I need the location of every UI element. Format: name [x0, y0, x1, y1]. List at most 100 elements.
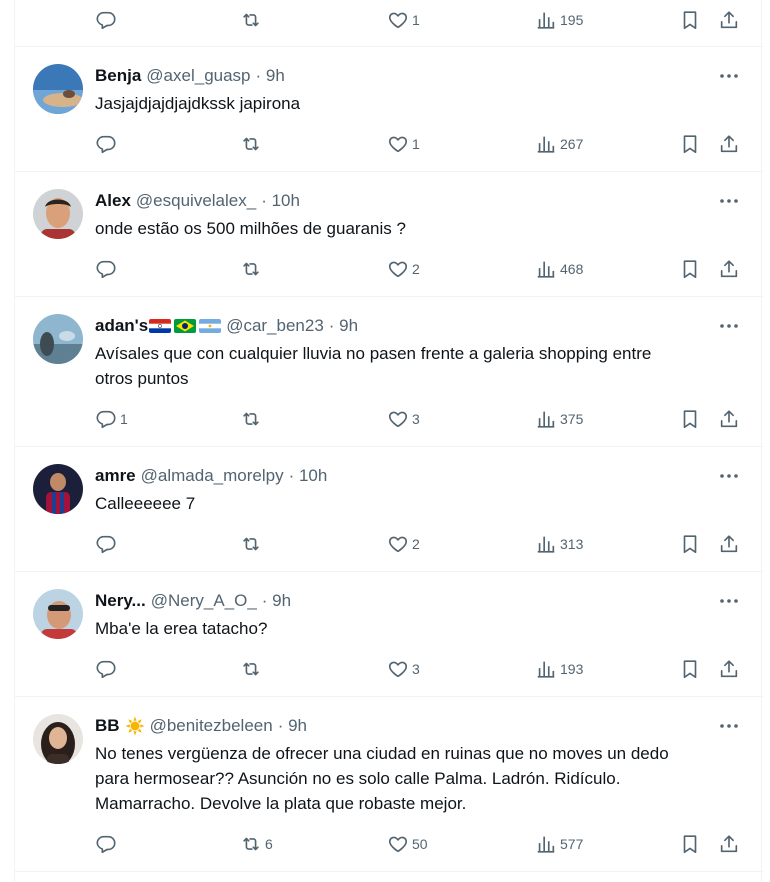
share-button[interactable] [718, 657, 740, 681]
share-button[interactable] [718, 257, 740, 281]
tweet[interactable]: Alex @esquivelalex_ · 10h onde estão os … [15, 172, 763, 297]
avatar[interactable] [33, 64, 83, 114]
retweet-button[interactable] [240, 532, 265, 556]
reply-icon [96, 535, 116, 554]
views-button[interactable]: 195 [535, 8, 583, 32]
retweet-button[interactable] [240, 8, 262, 32]
display-name[interactable]: Alex [95, 191, 131, 211]
more-options-button[interactable] [717, 591, 741, 611]
like-button[interactable]: 3 [387, 407, 420, 431]
user-handle[interactable]: @esquivelalex_ [136, 191, 256, 211]
avatar[interactable] [33, 189, 83, 239]
view-count: 577 [560, 836, 584, 852]
retweet-button[interactable] [240, 407, 265, 431]
timestamp[interactable]: · 9h [256, 66, 285, 86]
tweet-actions: 1 267 [15, 132, 763, 156]
more-options-button[interactable] [717, 716, 741, 736]
retweet-button[interactable] [240, 257, 265, 281]
bookmark-icon [683, 535, 697, 554]
share-button[interactable] [718, 832, 740, 856]
more-options-button[interactable] [717, 466, 741, 486]
more-options-button[interactable] [717, 191, 741, 211]
tweet-text-line: Calleeeeee 7 [95, 494, 196, 513]
tweet[interactable]: Benja @axel_guasp · 9h Jasjajdjajdjajdks… [15, 47, 763, 172]
bookmark-button[interactable] [679, 657, 701, 681]
like-count: 2 [412, 536, 420, 552]
avatar[interactable] [33, 314, 83, 364]
tweet-actions: 2 468 [15, 257, 763, 281]
reply-button[interactable] [95, 8, 117, 32]
bookmark-button[interactable] [679, 8, 701, 32]
bookmark-button[interactable] [679, 407, 701, 431]
share-button[interactable] [718, 532, 740, 556]
reply-button[interactable] [95, 657, 120, 681]
user-handle[interactable]: @benitezbeleen [150, 716, 273, 736]
more-icon [720, 474, 738, 478]
display-name[interactable]: BB [95, 716, 120, 736]
bookmark-button[interactable] [679, 132, 701, 156]
reply-icon [96, 660, 116, 679]
user-handle[interactable]: @Nery_A_O_ [151, 591, 257, 611]
timestamp[interactable]: · 10h [289, 466, 328, 486]
like-button[interactable]: 1 [387, 8, 420, 32]
retweet-button[interactable]: 6 [240, 832, 273, 856]
retweet-button[interactable] [240, 132, 265, 156]
more-icon [720, 724, 738, 728]
timestamp[interactable]: · 10h [261, 191, 300, 211]
tweet-text-line: otros puntos [95, 369, 189, 388]
tweet-header: Nery... @Nery_A_O_ · 9h [95, 591, 291, 611]
like-button[interactable]: 2 [387, 257, 420, 281]
tweet[interactable]: adan's @car_ben23 · 9h Avísales que con … [15, 297, 763, 447]
like-button[interactable]: 3 [387, 657, 420, 681]
tweet-text-line: Mamarracho. Devolve la plata que robaste… [95, 794, 467, 813]
more-options-button[interactable] [717, 66, 741, 86]
like-button[interactable]: 2 [387, 532, 420, 556]
heart-icon [388, 836, 408, 853]
reply-button[interactable] [95, 532, 120, 556]
tweet[interactable]: amre @almada_morelpy · 10h Calleeeeee 7 … [15, 447, 763, 572]
display-name[interactable]: adan's [95, 316, 148, 336]
timestamp[interactable]: · 9h [278, 716, 307, 736]
tweet[interactable]: BB @benitezbeleen · 9h No tenes vergüenz… [15, 697, 763, 872]
reply-button[interactable]: 1 [95, 407, 128, 431]
share-button[interactable] [718, 132, 740, 156]
display-name[interactable]: Benja [95, 66, 141, 86]
like-button[interactable]: 1 [387, 132, 420, 156]
timestamp[interactable]: · 9h [329, 316, 358, 336]
retweet-icon [243, 412, 259, 426]
bookmark-button[interactable] [679, 257, 701, 281]
bookmark-button[interactable] [679, 532, 701, 556]
tweet-text-line: No tenes vergüenza de ofrecer una ciudad… [95, 744, 669, 763]
share-button[interactable] [718, 407, 740, 431]
argentina-flag-icon [199, 319, 222, 333]
like-button[interactable]: 50 [387, 832, 428, 856]
user-handle[interactable]: @axel_guasp [146, 66, 250, 86]
avatar[interactable] [33, 464, 83, 514]
avatar[interactable] [33, 589, 83, 639]
views-icon [537, 411, 555, 428]
tweet-text: Jasjajdjajdjajdkssk japirona [95, 91, 745, 116]
bookmark-button[interactable] [679, 832, 701, 856]
views-button[interactable]: 468 [535, 257, 583, 281]
avatar[interactable] [33, 714, 83, 764]
tweet[interactable]: Nery... @Nery_A_O_ · 9h Mba'e la erea ta… [15, 572, 763, 697]
views-button[interactable]: 375 [535, 407, 583, 431]
views-button[interactable]: 313 [535, 532, 583, 556]
timestamp[interactable]: · 9h [262, 591, 291, 611]
reply-button[interactable] [95, 832, 120, 856]
display-name[interactable]: Nery... [95, 591, 146, 611]
user-handle[interactable]: @almada_morelpy [141, 466, 284, 486]
reply-button[interactable] [95, 132, 120, 156]
views-button[interactable]: 267 [535, 132, 583, 156]
views-button[interactable]: 577 [535, 832, 583, 856]
more-options-button[interactable] [717, 316, 741, 336]
like-count: 3 [412, 411, 420, 427]
view-count: 195 [560, 12, 584, 28]
heart-icon [388, 536, 408, 553]
user-handle[interactable]: @car_ben23 [226, 316, 324, 336]
retweet-button[interactable] [240, 657, 265, 681]
display-name[interactable]: amre [95, 466, 136, 486]
reply-button[interactable] [95, 257, 120, 281]
views-button[interactable]: 193 [535, 657, 583, 681]
share-button[interactable] [718, 8, 740, 32]
